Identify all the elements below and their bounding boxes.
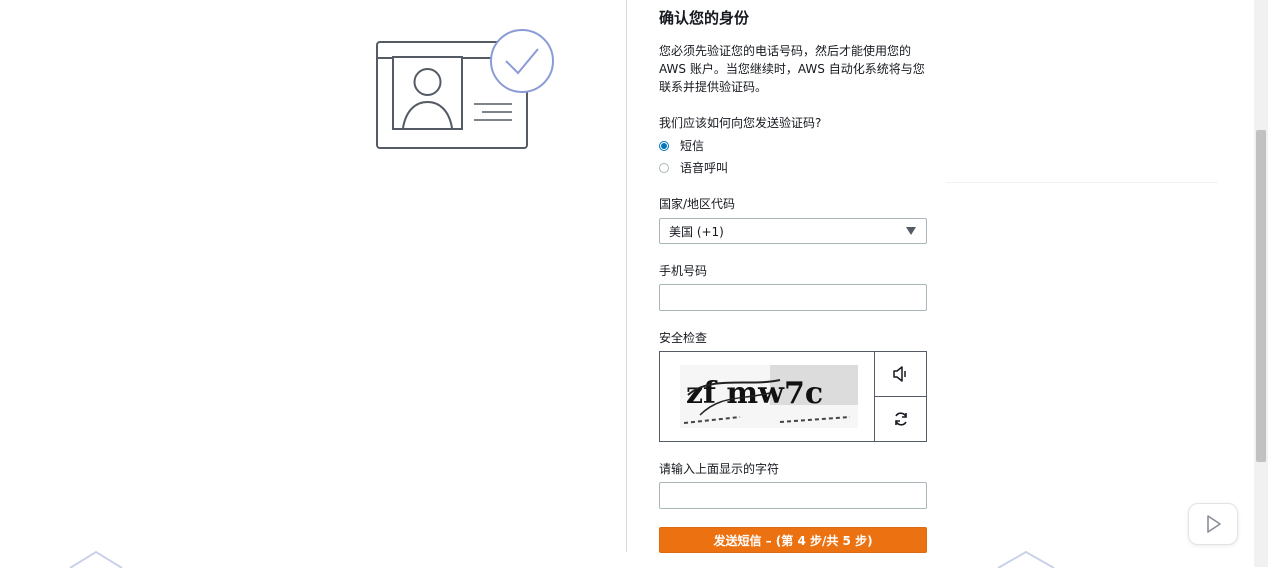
- refresh-icon: [894, 412, 907, 426]
- scrollbar-thumb[interactable]: [1256, 130, 1266, 462]
- phone-number-input[interactable]: [659, 284, 927, 311]
- decorative-hexagon: [997, 550, 1055, 568]
- captcha-text: zf mw7c: [686, 376, 823, 411]
- radio-option-voice-call[interactable]: 语音呼叫: [659, 159, 728, 176]
- divider-line: [946, 182, 1218, 183]
- audio-captcha-button[interactable]: [875, 352, 926, 397]
- floating-video-button[interactable]: [1188, 503, 1238, 545]
- captcha-input-label: 请输入上面显示的字符: [659, 462, 780, 476]
- radio-button-voice-call[interactable]: [659, 162, 669, 173]
- country-code-value: 美国 (+1): [669, 224, 724, 239]
- radio-option-sms[interactable]: 短信: [659, 137, 704, 154]
- radio-label-sms: 短信: [680, 139, 705, 153]
- caret-down-icon: [906, 227, 916, 235]
- country-code-label: 国家/地区代码: [659, 197, 736, 211]
- phone-number-label: 手机号码: [659, 264, 708, 278]
- radio-button-sms[interactable]: [659, 140, 669, 151]
- video-play-icon: [1207, 515, 1221, 533]
- captcha-image: zf mw7c: [680, 365, 858, 428]
- send-sms-button[interactable]: 发送短信 – (第 4 步/共 5 步): [659, 527, 927, 553]
- page-title: 确认您的身份: [659, 9, 750, 27]
- description-text: 您必须先验证您的电话号码，然后才能使用您的 AWS 账户。当您继续时，AWS 自…: [659, 44, 925, 94]
- refresh-captcha-button[interactable]: [875, 397, 926, 441]
- radio-label-voice-call: 语音呼叫: [680, 161, 729, 175]
- captcha-input[interactable]: [659, 482, 927, 509]
- country-code-select[interactable]: 美国 (+1): [659, 218, 927, 244]
- speaker-icon: [892, 366, 906, 382]
- captcha-box: zf mw7c: [659, 351, 927, 442]
- decorative-hexagon: [69, 550, 123, 568]
- captcha-controls: [874, 352, 926, 441]
- id-card-verified-illustration: [376, 29, 554, 149]
- delivery-method-question: 我们应该如何向您发送验证码?: [659, 116, 822, 130]
- column-divider: [626, 0, 627, 552]
- security-check-label: 安全检查: [659, 331, 708, 345]
